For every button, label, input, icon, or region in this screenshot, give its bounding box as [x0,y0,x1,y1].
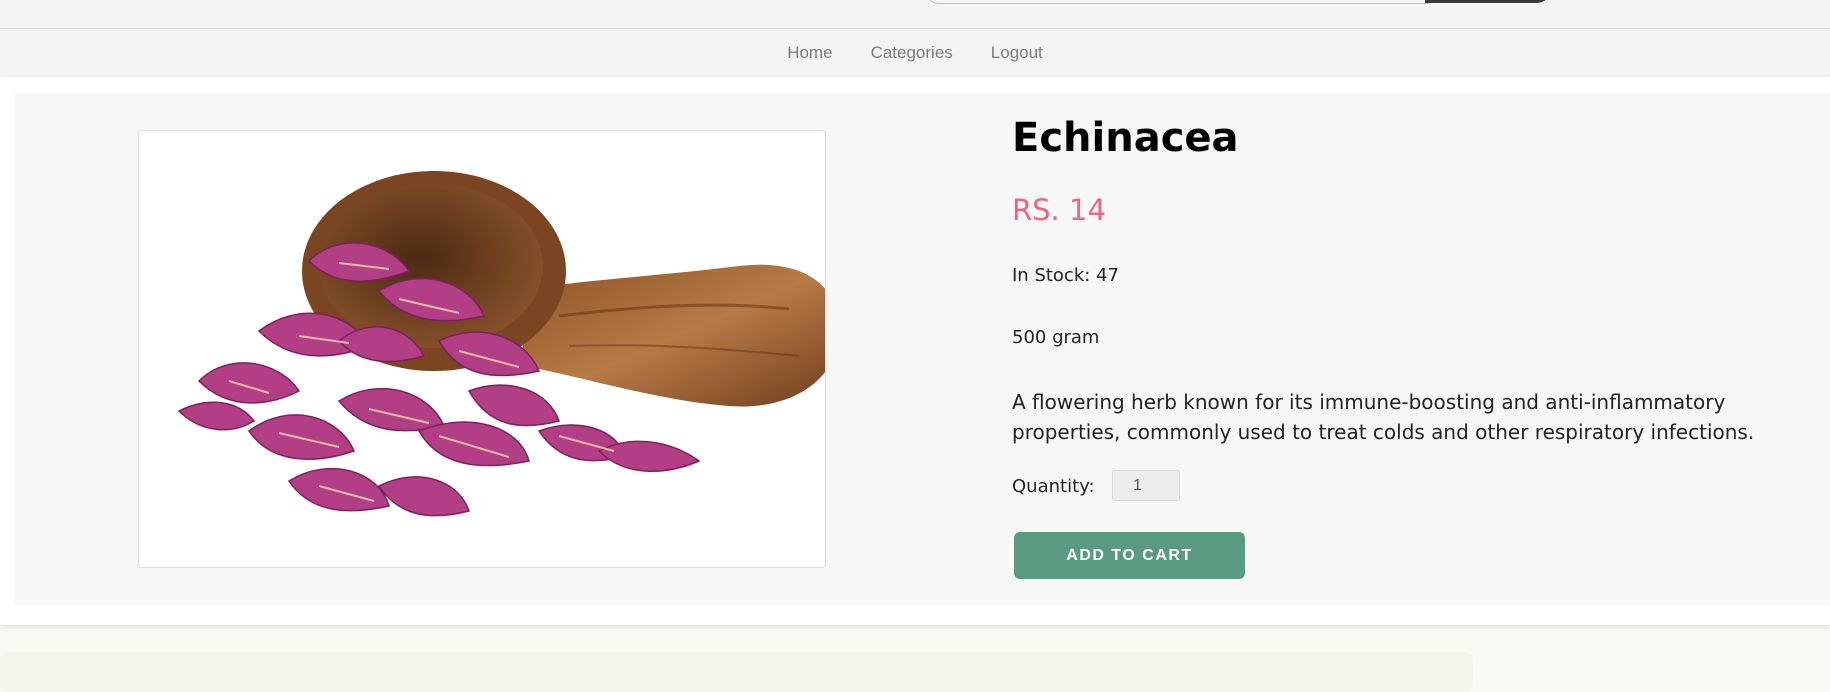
product-details-panel: Echinacea RS. 14 In Stock: 47 500 gram A… [15,93,1830,605]
main-nav: Home Categories Logout [0,29,1830,77]
top-header [0,0,1830,29]
nav-home[interactable]: Home [787,43,832,63]
product-description: A flowering herb known for its immune-bo… [1012,390,1755,444]
search-button[interactable] [1425,0,1551,3]
lower-section [0,652,1473,692]
nav-categories[interactable]: Categories [871,43,953,63]
product-weight: 500 gram [1012,327,1100,348]
add-to-cart-button[interactable]: ADD TO CART [1014,532,1245,579]
product-title: Echinacea [1012,115,1239,161]
echinacea-image [139,131,825,567]
product-image [138,130,826,568]
search-input[interactable] [925,0,1429,4]
product-card: Echinacea RS. 14 In Stock: 47 500 gram A… [0,77,1830,625]
quantity-label: Quantity: [1012,476,1095,497]
product-price: RS. 14 [1012,193,1106,227]
quantity-input[interactable] [1112,470,1180,501]
stock-count: In Stock: 47 [1012,265,1119,286]
nav-logout[interactable]: Logout [991,43,1043,63]
